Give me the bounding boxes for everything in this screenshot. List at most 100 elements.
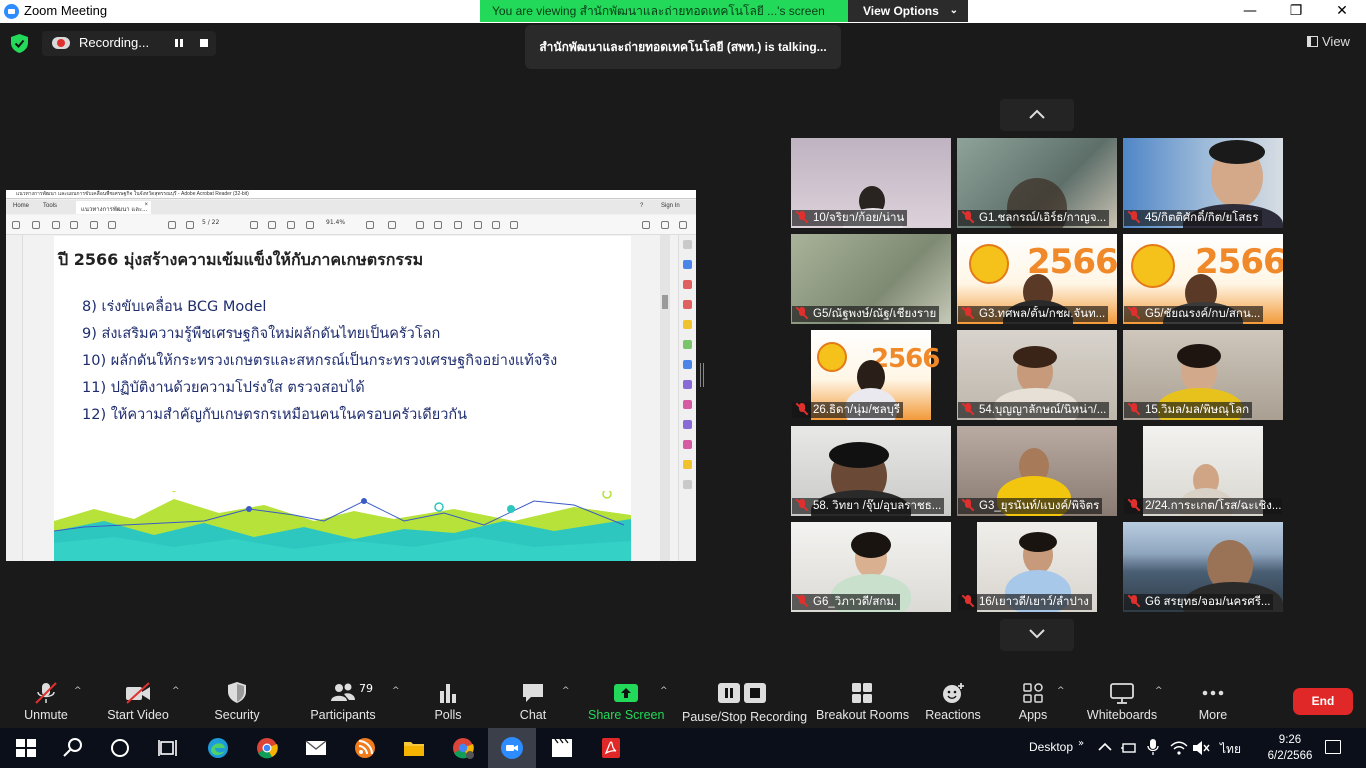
polls-button[interactable]: Polls bbox=[424, 672, 472, 728]
breakout-rooms-button[interactable]: Breakout Rooms bbox=[816, 672, 909, 728]
stop-recording-icon[interactable] bbox=[200, 39, 208, 47]
protect-icon bbox=[683, 400, 692, 409]
more-button[interactable]: More bbox=[1190, 672, 1236, 728]
hand-tool-icon bbox=[268, 221, 276, 229]
security-button[interactable]: Security bbox=[206, 672, 268, 728]
split-view-divider[interactable] bbox=[700, 363, 704, 387]
zoom-taskbar-button[interactable] bbox=[488, 728, 536, 768]
gallery-next-button[interactable] bbox=[1000, 619, 1074, 651]
video-tile[interactable]: G1.ชลกรณ์/เอิร์ธ/กาญจ... bbox=[957, 138, 1117, 228]
zoom-search-icon bbox=[108, 221, 116, 229]
mic-muted-icon bbox=[796, 499, 808, 511]
video-tile[interactable]: 15.วิมล/มล/พิษณุโลก bbox=[1123, 330, 1283, 420]
search-icon[interactable] bbox=[61, 736, 85, 760]
start-video-button[interactable]: Start Video bbox=[104, 672, 172, 728]
video-tile[interactable]: 2566 G5/ชัยณรงค์/กบ/สกน... bbox=[1123, 234, 1283, 324]
chat-button[interactable]: Chat bbox=[510, 672, 556, 728]
video-tile[interactable]: 2566 G3.ทศพล/ตั้น/กชผ.จันท... bbox=[957, 234, 1117, 324]
recording-label: Recording... bbox=[79, 35, 150, 50]
video-options-caret[interactable]: ^ bbox=[172, 686, 180, 696]
apps-button[interactable]: Apps bbox=[1010, 672, 1056, 728]
windows-start-icon[interactable] bbox=[14, 736, 38, 760]
acrobat-help-icon: ? bbox=[640, 203, 644, 209]
participant-hair bbox=[1177, 344, 1221, 368]
video-tile[interactable]: 2566 26.ธิดา/นุ่ม/ชลบุรี bbox=[791, 330, 951, 420]
window-title: Zoom Meeting bbox=[24, 3, 108, 18]
pause-stop-icon bbox=[718, 683, 766, 703]
participants-icon bbox=[331, 683, 355, 701]
system-clock[interactable]: 9:26 6/2/2566 bbox=[1260, 732, 1320, 764]
slide-bullet-list: 8) เร่งขับเคลื่อน BCG Model 9) ส่งเสริมค… bbox=[82, 294, 557, 429]
feed-app-icon[interactable] bbox=[353, 736, 377, 760]
toolbar-overflow-icon[interactable]: » bbox=[1078, 738, 1084, 749]
pdf-reader-icon[interactable] bbox=[599, 736, 623, 760]
video-tile[interactable]: 45/กิตติศักดิ์/กิต/ยโสธร bbox=[1123, 138, 1283, 228]
view-options-button[interactable]: View Options ⌄ bbox=[848, 0, 968, 22]
desktop-toolbar-label[interactable]: Desktop bbox=[1029, 740, 1073, 754]
acrobat-tab-document: แนวทางการพัฒนา และ... × bbox=[76, 201, 151, 214]
scrollbar-thumb[interactable] bbox=[662, 295, 668, 309]
reactions-button[interactable]: Reactions bbox=[922, 672, 984, 728]
edge-browser-icon[interactable] bbox=[206, 736, 230, 760]
pause-stop-recording-button[interactable]: Pause/Stop Recording bbox=[682, 672, 807, 728]
page-down-icon bbox=[186, 221, 194, 229]
wifi-icon[interactable] bbox=[1170, 740, 1188, 756]
unmute-button[interactable]: Unmute bbox=[14, 672, 78, 728]
input-language[interactable]: ไทย bbox=[1220, 740, 1241, 759]
security-shield-icon[interactable] bbox=[11, 34, 28, 53]
participant-name-bar: 26.ธิดา/นุ่ม/ชลบุรี bbox=[792, 402, 904, 418]
gallery-prev-button[interactable] bbox=[1000, 99, 1074, 131]
chrome-browser-icon[interactable] bbox=[255, 736, 279, 760]
mic-muted-icon bbox=[962, 499, 974, 511]
pause-recording-icon[interactable] bbox=[173, 37, 185, 49]
chat-options-caret[interactable]: ^ bbox=[562, 686, 570, 696]
acrobat-zoom-level: 91.4% bbox=[326, 219, 346, 226]
restore-button[interactable]: ❐ bbox=[1273, 0, 1319, 23]
video-tile[interactable]: 10/จริยา/ก้อย/น่าน bbox=[791, 138, 951, 228]
chat-icon bbox=[523, 684, 543, 702]
end-meeting-button[interactable]: End bbox=[1293, 688, 1353, 715]
participants-options-caret[interactable]: ^ bbox=[392, 686, 400, 696]
video-tile[interactable]: 54.บุญญาลักษณ์/นิหน่า/... bbox=[957, 330, 1117, 420]
pdf-scrollbar[interactable] bbox=[660, 235, 670, 561]
whiteboards-options-caret[interactable]: ^ bbox=[1155, 686, 1163, 696]
video-editor-icon[interactable] bbox=[550, 736, 574, 760]
task-view-icon[interactable] bbox=[156, 736, 180, 760]
video-tile[interactable]: 58. วิทยา /จุ๊บ/อุบลราชธ... bbox=[791, 426, 951, 516]
volume-muted-icon[interactable] bbox=[1192, 740, 1210, 756]
participant-name: G6 สรยุทธ/จอม/นครศรี... bbox=[1145, 596, 1271, 608]
participant-hair bbox=[1019, 532, 1057, 552]
whiteboards-button[interactable]: Whiteboards bbox=[1084, 672, 1160, 728]
participants-count: 79 bbox=[359, 682, 373, 695]
participant-name-bar: 15.วิมล/มล/พิษณุโลก bbox=[1124, 402, 1253, 418]
video-tile[interactable]: G6_วิภาวดี/สกม. bbox=[791, 522, 951, 612]
view-button[interactable]: View bbox=[1307, 34, 1350, 49]
participants-button[interactable]: Participants bbox=[306, 672, 380, 728]
apps-options-caret[interactable]: ^ bbox=[1057, 686, 1065, 696]
video-tile[interactable]: 2/24.การะเกต/โรส/ฉะเชิง... bbox=[1123, 426, 1283, 516]
chevron-up-icon[interactable] bbox=[1098, 742, 1112, 752]
notification-center-icon[interactable] bbox=[1325, 740, 1341, 754]
video-tile[interactable]: G3_ยุรนันท์/แบงค์/พิจิตร bbox=[957, 426, 1117, 516]
participant-name: 10/จริยา/ก้อย/น่าน bbox=[813, 212, 905, 224]
audio-options-caret[interactable]: ^ bbox=[74, 686, 82, 696]
acrobat-tab-home: Home bbox=[13, 203, 30, 209]
chrome-profile-icon[interactable] bbox=[451, 736, 475, 760]
chat-label: Chat bbox=[519, 708, 547, 722]
cortana-icon[interactable] bbox=[108, 736, 132, 760]
minimize-button[interactable]: — bbox=[1227, 0, 1273, 23]
participant-name: G3.ทศพล/ตั้น/กชผ.จันท... bbox=[979, 308, 1106, 320]
share-screen-button[interactable]: Share Screen bbox=[588, 672, 664, 728]
acrobat-window-title: แนวทางการพัฒนา และแผนการขับเคลื่อนพืชเศร… bbox=[6, 190, 696, 199]
share-options-caret[interactable]: ^ bbox=[660, 686, 668, 696]
close-button[interactable]: ✕ bbox=[1319, 0, 1365, 23]
video-tile[interactable]: 16/เยาวดี/เยาว์/ลำปาง bbox=[957, 522, 1117, 612]
video-tile[interactable]: G5/ณัฐพงษ์/ณัฐ/เชียงราย bbox=[791, 234, 951, 324]
mail-icon[interactable] bbox=[304, 736, 328, 760]
battery-plug-icon[interactable] bbox=[1120, 740, 1138, 756]
microphone-icon[interactable] bbox=[1146, 738, 1160, 756]
whiteboard-icon bbox=[1110, 683, 1134, 704]
file-explorer-icon[interactable] bbox=[402, 736, 426, 760]
combine-icon bbox=[683, 340, 692, 349]
video-tile[interactable]: G6 สรยุทธ/จอม/นครศรี... bbox=[1123, 522, 1283, 612]
